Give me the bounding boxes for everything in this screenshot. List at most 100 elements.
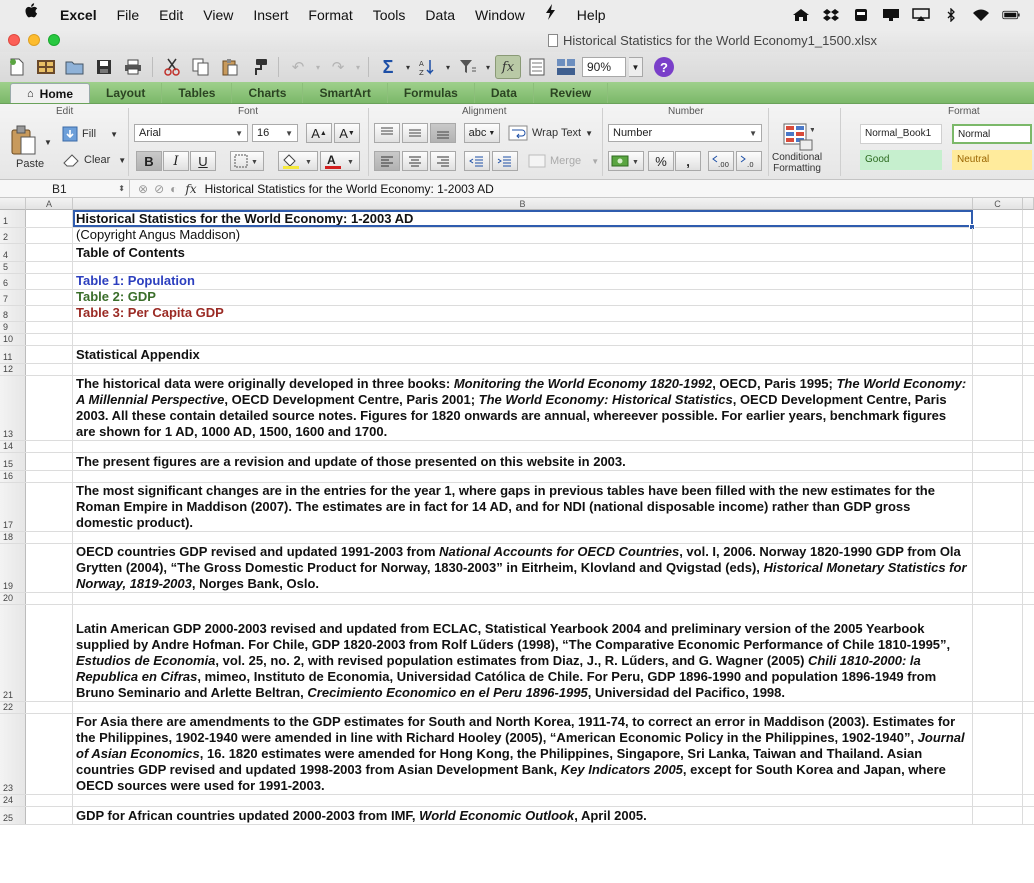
cell-c[interactable] xyxy=(973,228,1023,243)
paste-dropdown-icon[interactable]: ▼ xyxy=(44,138,52,147)
row-header[interactable]: 1 xyxy=(0,210,26,227)
cell-b[interactable] xyxy=(73,334,973,345)
align-bottom-icon[interactable] xyxy=(430,123,456,143)
row-header[interactable]: 11 xyxy=(0,346,26,363)
cell-c[interactable] xyxy=(973,334,1023,345)
cell-c[interactable] xyxy=(973,376,1023,440)
tab-tables[interactable]: Tables xyxy=(162,83,233,103)
row-header[interactable]: 10 xyxy=(0,334,26,345)
cell-b[interactable]: For Asia there are amendments to the GDP… xyxy=(73,714,973,794)
cell-b[interactable]: The historical data were originally deve… xyxy=(73,376,973,440)
cell-c[interactable] xyxy=(973,322,1023,333)
cell-c[interactable] xyxy=(973,441,1023,452)
style-neutral[interactable]: Neutral xyxy=(952,150,1032,170)
redo-dropdown-icon[interactable]: ▾ xyxy=(354,55,362,79)
cell-c[interactable] xyxy=(973,544,1023,592)
filter-dropdown-icon[interactable]: ▾ xyxy=(484,55,492,79)
style-normal-book1[interactable]: Normal_Book1 xyxy=(860,124,942,144)
align-center-icon[interactable] xyxy=(402,151,428,171)
merge-button[interactable]: Merge ▼ xyxy=(528,154,599,168)
row-header[interactable]: 7 xyxy=(0,290,26,305)
clear-button[interactable]: Clear ▼ xyxy=(62,152,126,168)
help-icon[interactable]: ? xyxy=(654,57,674,77)
tab-charts[interactable]: Charts xyxy=(232,83,304,103)
display-icon[interactable] xyxy=(882,8,900,22)
row-header[interactable]: 2 xyxy=(0,228,26,243)
open-icon[interactable] xyxy=(62,55,88,79)
align-top-icon[interactable] xyxy=(374,123,400,143)
tab-layout[interactable]: Layout xyxy=(90,83,163,103)
cell-b[interactable]: Historical Statistics for the World Econ… xyxy=(73,210,975,230)
cell-a[interactable] xyxy=(26,807,73,824)
row-header[interactable]: 12 xyxy=(0,364,26,375)
cell-c[interactable] xyxy=(973,453,1023,470)
cell-b[interactable]: Table 3: Per Capita GDP xyxy=(73,305,973,321)
row-header[interactable]: 6 xyxy=(0,274,26,289)
print-icon[interactable] xyxy=(120,55,146,79)
cell-c[interactable] xyxy=(973,244,1023,261)
row-header[interactable]: 13 xyxy=(0,376,26,440)
cell-b[interactable]: Table 1: Population xyxy=(73,273,973,289)
cell-a[interactable] xyxy=(26,244,73,261)
save-icon[interactable] xyxy=(91,55,117,79)
cell-c[interactable] xyxy=(973,702,1023,713)
align-right-icon[interactable] xyxy=(430,151,456,171)
cell-c[interactable] xyxy=(973,795,1023,806)
menu-file[interactable]: File xyxy=(107,0,150,30)
cell-c[interactable] xyxy=(973,605,1023,701)
redo-icon[interactable]: ↷ xyxy=(325,55,351,79)
dropbox-icon[interactable] xyxy=(822,8,840,22)
zoom-window-button[interactable] xyxy=(48,34,60,46)
cell-a[interactable] xyxy=(26,306,73,321)
media-browser-icon[interactable] xyxy=(553,55,579,79)
style-good[interactable]: Good xyxy=(860,150,942,170)
cell-b[interactable]: The most significant changes are in the … xyxy=(73,483,973,531)
cell-a[interactable] xyxy=(26,714,73,794)
home-icon[interactable] xyxy=(792,8,810,22)
tab-data[interactable]: Data xyxy=(475,83,534,103)
percent-style-button[interactable]: % xyxy=(648,151,674,171)
close-window-button[interactable] xyxy=(8,34,20,46)
row-header[interactable]: 25 xyxy=(0,807,26,824)
undo-icon[interactable]: ↶ xyxy=(285,55,311,79)
menu-window[interactable]: Window xyxy=(465,0,535,30)
cell-c[interactable] xyxy=(973,290,1023,305)
cell-a[interactable] xyxy=(26,290,73,305)
cell-a[interactable] xyxy=(26,228,73,243)
cell-b[interactable]: Table 2: GDP xyxy=(73,289,973,305)
fill-button[interactable]: Fill ▼ xyxy=(62,126,118,142)
cell-b[interactable] xyxy=(73,532,973,543)
cell-a[interactable] xyxy=(26,262,73,273)
menu-help[interactable]: Help xyxy=(567,0,616,30)
bluetooth-icon[interactable] xyxy=(942,8,960,22)
decrease-font-size-icon[interactable]: A ▼ xyxy=(334,123,360,143)
conditional-formatting-button[interactable]: ▼ Conditional Formatting xyxy=(772,122,822,174)
tab-home[interactable]: ⌂ Home xyxy=(10,83,90,103)
cell-a[interactable] xyxy=(26,544,73,592)
edit-function-icon[interactable]: ◐ xyxy=(170,182,177,196)
name-box[interactable]: B1 ⬍ xyxy=(0,179,130,198)
cell-c[interactable] xyxy=(973,807,1023,824)
row-header[interactable]: 4 xyxy=(0,244,26,261)
increase-indent-icon[interactable] xyxy=(492,151,518,171)
cell-a[interactable] xyxy=(26,605,73,701)
paste-toolbar-icon[interactable] xyxy=(217,55,243,79)
battery-icon[interactable] xyxy=(1002,8,1020,22)
undo-dropdown-icon[interactable]: ▾ xyxy=(314,55,322,79)
printer-tray-icon[interactable] xyxy=(852,8,870,22)
menu-edit[interactable]: Edit xyxy=(149,0,193,30)
row-header[interactable]: 18 xyxy=(0,532,26,543)
cell-c[interactable] xyxy=(973,593,1023,604)
column-header-a[interactable]: A xyxy=(26,198,73,210)
bold-button[interactable]: B xyxy=(136,151,162,171)
script-menu-icon[interactable] xyxy=(535,0,567,30)
row-header[interactable]: 17 xyxy=(0,483,26,531)
filter-icon[interactable] xyxy=(455,55,481,79)
zoom-field[interactable]: 90% xyxy=(582,57,626,77)
cell-b[interactable]: OECD countries GDP revised and updated 1… xyxy=(73,544,973,592)
row-header[interactable]: 9 xyxy=(0,322,26,333)
airplay-icon[interactable] xyxy=(912,8,930,22)
row-header[interactable]: 21 xyxy=(0,605,26,701)
row-header[interactable]: 24 xyxy=(0,795,26,806)
cell-b[interactable] xyxy=(73,364,973,375)
